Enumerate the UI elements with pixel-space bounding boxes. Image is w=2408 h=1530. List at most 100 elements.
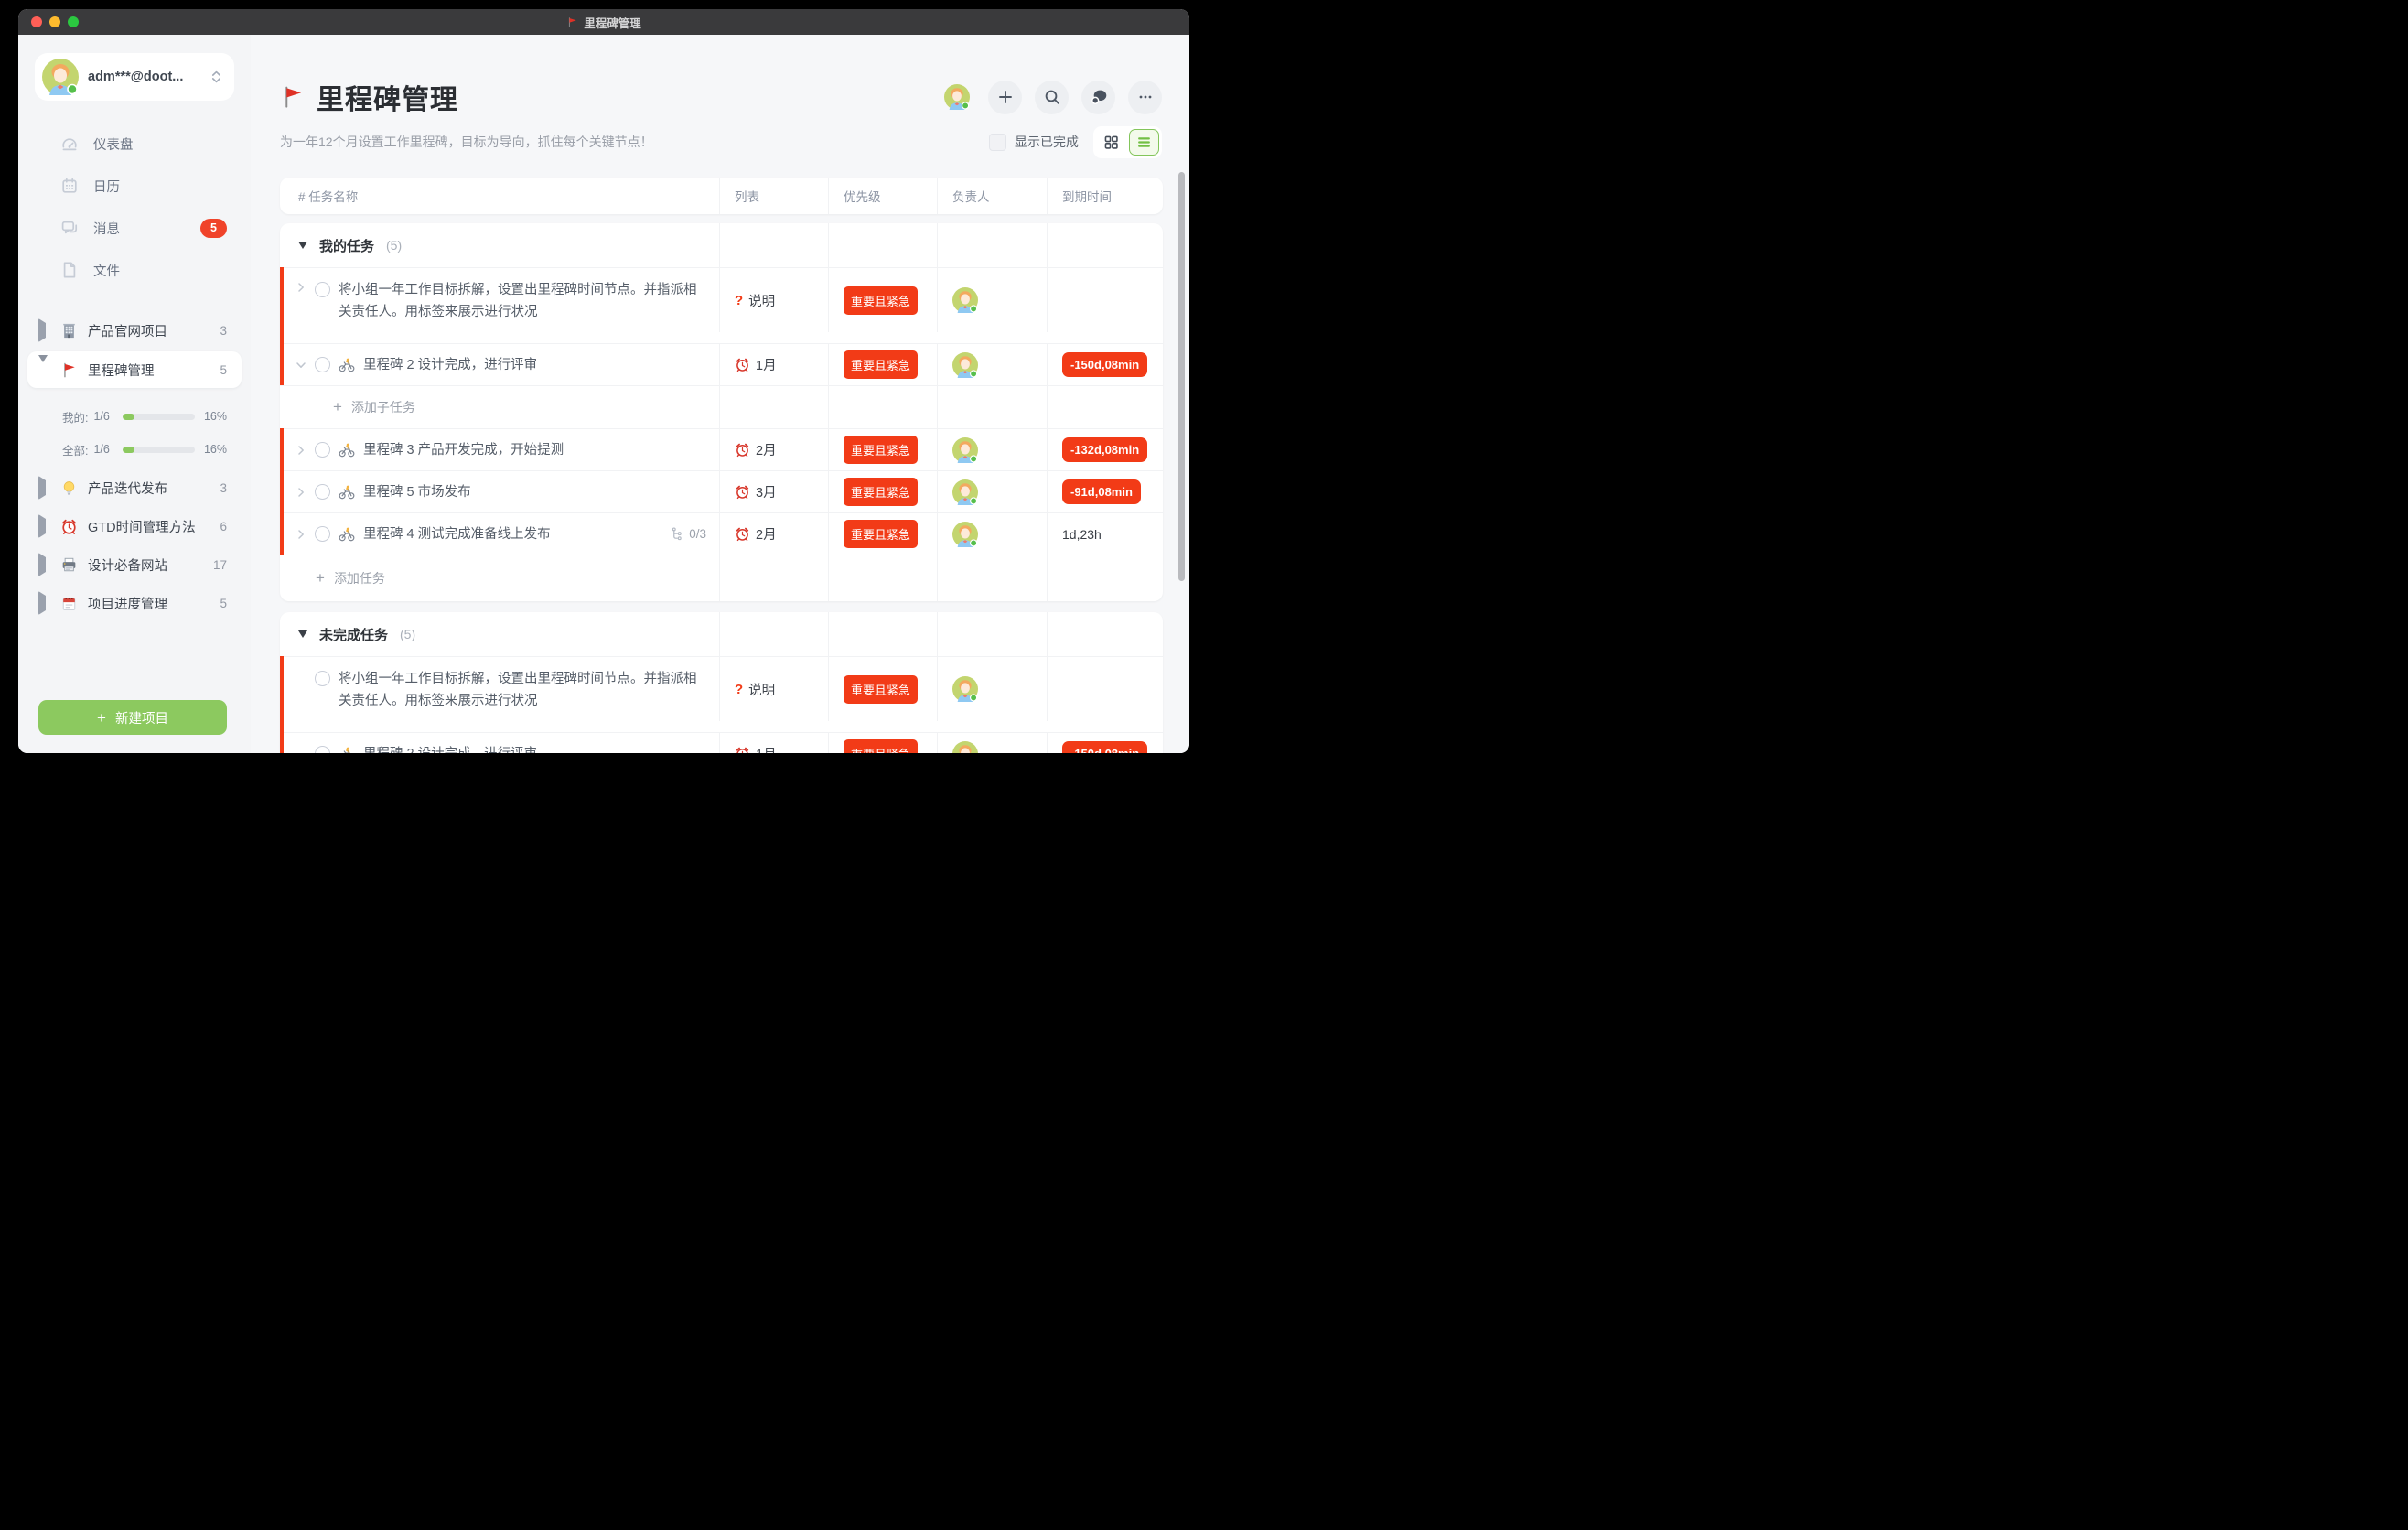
task-name-cell[interactable]: 里程碑 3 产品开发完成，开始提测 bbox=[280, 428, 719, 470]
expand-caret-icon[interactable] bbox=[38, 362, 48, 377]
collapse-caret-icon[interactable] bbox=[38, 323, 48, 338]
priority-badge[interactable]: 重要且紧急 bbox=[844, 350, 918, 379]
task-assignee-cell[interactable] bbox=[937, 656, 1047, 721]
group-header[interactable]: 我的任务 (5) bbox=[280, 223, 719, 267]
task-title[interactable]: 将小组一年工作目标拆解，设置出里程碑时间节点。并指派相关责任人。用标签来展示进行… bbox=[339, 279, 706, 323]
collapse-group-icon[interactable] bbox=[298, 242, 307, 249]
task-assignee-cell[interactable] bbox=[937, 512, 1047, 555]
project-item-milestone[interactable]: 里程碑管理 5 bbox=[27, 351, 242, 388]
priority-badge[interactable]: 重要且紧急 bbox=[844, 675, 918, 704]
group-header-row[interactable]: 我的任务 (5) bbox=[280, 223, 1163, 267]
project-item-design-sites[interactable]: 设计必备网站 17 bbox=[18, 545, 251, 584]
vertical-scrollbar[interactable] bbox=[1178, 172, 1185, 581]
task-assignee-cell[interactable] bbox=[937, 732, 1047, 753]
task-name-cell[interactable]: 将小组一年工作目标拆解，设置出里程碑时间节点。并指派相关责任人。用标签来展示进行… bbox=[280, 656, 719, 732]
due-badge[interactable]: -150d,08min bbox=[1062, 741, 1147, 753]
assignee-avatar[interactable] bbox=[952, 741, 978, 754]
expand-task-icon[interactable] bbox=[296, 487, 306, 498]
task-list-cell[interactable]: 2月 bbox=[719, 512, 828, 555]
collapse-caret-icon[interactable] bbox=[38, 596, 48, 610]
expand-task-icon[interactable] bbox=[296, 529, 306, 540]
task-priority-cell[interactable]: 重要且紧急 bbox=[828, 732, 937, 753]
task-assignee-cell[interactable] bbox=[937, 428, 1047, 470]
complete-toggle[interactable] bbox=[315, 484, 330, 500]
complete-toggle[interactable] bbox=[315, 442, 330, 458]
task-title[interactable]: 里程碑 5 市场发布 bbox=[363, 481, 471, 503]
task-priority-cell[interactable]: 重要且紧急 bbox=[828, 656, 937, 721]
task-priority-cell[interactable]: 重要且紧急 bbox=[828, 512, 937, 555]
task-assignee-cell[interactable] bbox=[937, 267, 1047, 332]
add-subtask-row[interactable]: + 添加子任务 bbox=[280, 385, 1163, 428]
assignee-avatar[interactable] bbox=[952, 676, 978, 702]
task-title[interactable]: 里程碑 2 设计完成，进行评审 bbox=[363, 354, 537, 376]
priority-badge[interactable]: 重要且紧急 bbox=[844, 478, 918, 506]
assignee-avatar[interactable] bbox=[952, 287, 978, 313]
zoom-window-button[interactable] bbox=[68, 16, 79, 27]
expand-task-icon[interactable] bbox=[296, 282, 306, 293]
task-due-cell[interactable]: -150d,08min bbox=[1047, 343, 1163, 385]
due-badge[interactable]: -132d,08min bbox=[1062, 437, 1147, 462]
task-list-cell[interactable]: 1月 bbox=[719, 732, 828, 753]
add-task-row[interactable]: + 添加任务 bbox=[280, 555, 1163, 601]
task-name-cell[interactable]: 里程碑 4 测试完成准备线上发布 0/3 bbox=[280, 512, 719, 555]
board-view-button[interactable] bbox=[1096, 129, 1126, 156]
member-avatar[interactable] bbox=[944, 84, 970, 110]
task-due-cell[interactable]: 1d,23h bbox=[1047, 512, 1163, 555]
task-row[interactable]: 将小组一年工作目标拆解，设置出里程碑时间节点。并指派相关责任人。用标签来展示进行… bbox=[280, 267, 1163, 343]
task-due-cell[interactable]: -91d,08min bbox=[1047, 470, 1163, 512]
complete-toggle[interactable] bbox=[315, 526, 330, 542]
complete-toggle[interactable] bbox=[315, 357, 330, 372]
assignee-avatar[interactable] bbox=[952, 522, 978, 547]
sidebar-item-calendar[interactable]: 日历 bbox=[18, 165, 251, 207]
sidebar-item-dashboard[interactable]: 仪表盘 bbox=[18, 123, 251, 165]
more-button[interactable] bbox=[1128, 81, 1162, 114]
project-item-iteration[interactable]: 产品迭代发布 3 bbox=[18, 469, 251, 507]
group-header[interactable]: 未完成任务 (5) bbox=[280, 612, 719, 656]
list-view-button[interactable] bbox=[1129, 129, 1159, 156]
priority-badge[interactable]: 重要且紧急 bbox=[844, 436, 918, 464]
task-assignee-cell[interactable] bbox=[937, 470, 1047, 512]
minimize-window-button[interactable] bbox=[49, 16, 60, 27]
add-button[interactable] bbox=[988, 81, 1022, 114]
titlebar[interactable]: 里程碑管理 bbox=[18, 9, 1189, 35]
new-project-button[interactable]: + 新建项目 bbox=[38, 700, 227, 735]
task-title[interactable]: 里程碑 2 设计完成，进行评审 bbox=[363, 743, 537, 754]
task-priority-cell[interactable]: 重要且紧急 bbox=[828, 470, 937, 512]
task-title[interactable]: 里程碑 3 产品开发完成，开始提测 bbox=[363, 439, 564, 461]
complete-toggle[interactable] bbox=[315, 282, 330, 297]
group-header-row[interactable]: 未完成任务 (5) bbox=[280, 612, 1163, 656]
task-list-cell[interactable]: 1月 bbox=[719, 343, 828, 385]
task-name-cell[interactable]: 里程碑 2 设计完成，进行评审 bbox=[280, 732, 719, 753]
task-list-cell[interactable]: ? 说明 bbox=[719, 267, 828, 332]
due-badge[interactable]: -150d,08min bbox=[1062, 352, 1147, 377]
user-account-switcher[interactable]: adm***@doot... bbox=[35, 53, 234, 101]
task-assignee-cell[interactable] bbox=[937, 343, 1047, 385]
sidebar-item-messages[interactable]: 消息 5 bbox=[18, 207, 251, 249]
chat-button[interactable] bbox=[1081, 81, 1115, 114]
collapse-caret-icon[interactable] bbox=[38, 519, 48, 533]
priority-badge[interactable]: 重要且紧急 bbox=[844, 739, 918, 753]
close-window-button[interactable] bbox=[31, 16, 42, 27]
task-priority-cell[interactable]: 重要且紧急 bbox=[828, 428, 937, 470]
task-row[interactable]: 将小组一年工作目标拆解，设置出里程碑时间节点。并指派相关责任人。用标签来展示进行… bbox=[280, 656, 1163, 732]
task-row[interactable]: 里程碑 2 设计完成，进行评审 1月 重要且紧急 -150d,08min bbox=[280, 732, 1163, 753]
task-due-cell[interactable] bbox=[1047, 267, 1163, 332]
task-title[interactable]: 将小组一年工作目标拆解，设置出里程碑时间节点。并指派相关责任人。用标签来展示进行… bbox=[339, 668, 706, 712]
assignee-avatar[interactable] bbox=[952, 437, 978, 463]
task-priority-cell[interactable]: 重要且紧急 bbox=[828, 267, 937, 332]
task-row[interactable]: 里程碑 3 产品开发完成，开始提测 2月 重要且紧急 -132d,08min bbox=[280, 428, 1163, 470]
priority-badge[interactable]: 重要且紧急 bbox=[844, 520, 918, 548]
collapse-caret-icon[interactable] bbox=[38, 480, 48, 495]
collapse-task-icon[interactable] bbox=[296, 360, 306, 371]
add-task-button[interactable]: + 添加任务 bbox=[280, 555, 719, 601]
task-name-cell[interactable]: 里程碑 2 设计完成，进行评审 bbox=[280, 343, 719, 385]
show-completed-checkbox[interactable] bbox=[989, 134, 1006, 151]
task-name-cell[interactable]: 里程碑 5 市场发布 bbox=[280, 470, 719, 512]
expand-task-icon[interactable] bbox=[296, 445, 306, 456]
task-row[interactable]: 里程碑 4 测试完成准备线上发布 0/3 2月 重要且紧急 bbox=[280, 512, 1163, 555]
chevron-updown-icon[interactable] bbox=[210, 69, 223, 85]
priority-badge[interactable]: 重要且紧急 bbox=[844, 286, 918, 315]
task-due-cell[interactable]: -150d,08min bbox=[1047, 732, 1163, 753]
assignee-avatar[interactable] bbox=[952, 352, 978, 378]
task-due-cell[interactable]: -132d,08min bbox=[1047, 428, 1163, 470]
